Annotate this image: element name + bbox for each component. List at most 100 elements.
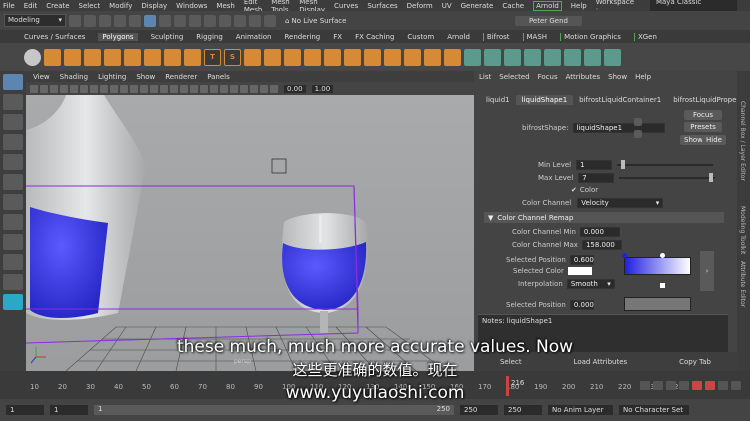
motion-blur-icon[interactable] [210,84,218,93]
select-hierarchy-icon[interactable] [144,14,156,27]
live-surface[interactable]: ⌂ No Live Surface [285,17,346,25]
menu-help[interactable]: Help [571,2,587,10]
viewport-menu-renderer[interactable]: Renderer [165,73,197,81]
side-by-side-layout-icon[interactable] [3,234,23,250]
ramp-handle-selected[interactable] [660,253,665,258]
render-icon[interactable] [249,14,261,27]
interpolation-dropdown[interactable]: Smooth ▾ [566,279,615,289]
camera-attributes-icon[interactable] [40,84,48,93]
viewport-menu-view[interactable]: View [33,73,50,81]
side-tab-modeling-toolkit[interactable]: Modeling Toolkit [739,206,746,254]
outliner-layout-icon[interactable] [3,254,23,270]
start-time-field[interactable]: 1 [6,405,44,415]
playback-start-field[interactable]: 1 [50,405,88,415]
uv-cut-icon[interactable] [524,48,541,66]
target-weld-icon[interactable] [444,48,461,66]
anti-aliasing-icon[interactable] [220,84,228,93]
selected-color-swatch[interactable] [567,267,592,275]
ae-menu-show[interactable]: Show [608,73,627,81]
selected-position-field[interactable]: 0.600 [569,255,594,265]
snap-view-icon[interactable] [234,14,246,27]
menu-deform[interactable]: Deform [407,2,433,10]
menu-edit[interactable]: Edit [24,2,38,10]
anim-layer-dropdown[interactable]: No Anim Layer [548,405,613,415]
scale-tool-icon[interactable] [3,174,23,190]
rotate-tool-icon[interactable] [3,154,23,170]
planar-uv-icon[interactable] [464,48,481,66]
end-time-field[interactable]: 250 [504,405,542,415]
color-ramp-gradient[interactable] [624,257,691,275]
max-level-knob[interactable] [709,173,714,182]
multi-cut-icon[interactable] [424,48,441,66]
xray-joints-icon[interactable] [260,84,268,93]
tab-fx[interactable]: FX [333,33,342,41]
side-tab-attribute-editor[interactable]: Attribute Editor [739,261,746,307]
platonic-solid-icon[interactable] [164,48,181,66]
tab-sculpting[interactable]: Sculpting [151,33,184,41]
poly-plane-icon[interactable] [124,48,141,66]
presets-button[interactable]: Presets [684,122,722,132]
max-level-slider[interactable] [619,173,716,182]
auto-uv-icon[interactable] [484,48,501,66]
color-channel-dropdown[interactable]: Velocity ▾ [577,198,664,208]
select-tool-icon[interactable] [3,74,23,90]
second-ramp-widget[interactable] [624,297,691,311]
smooth-shade-icon[interactable] [150,84,158,93]
menu-mesh[interactable]: Mesh [216,2,234,10]
ae-menu-selected[interactable]: Selected [499,73,529,81]
go-to-input-icon[interactable] [634,118,642,126]
mirror-icon[interactable] [324,48,341,66]
image-plane-icon[interactable] [60,84,68,93]
focus-button[interactable]: Focus [684,110,722,120]
gamma-field[interactable]: 1.00 [311,84,334,93]
poly-sphere-icon[interactable] [24,48,41,66]
combine-icon[interactable] [244,48,261,66]
tab-liquidshape1[interactable]: liquidShape1 [515,95,574,105]
viewport-menu-lighting[interactable]: Lighting [98,73,126,81]
tab-rigging[interactable]: Rigging [196,33,223,41]
ae-menu-focus[interactable]: Focus [538,73,558,81]
super-shape-icon[interactable] [184,48,201,66]
field-chart-icon[interactable] [110,84,118,93]
viewport-menu-show[interactable]: Show [136,73,155,81]
tab-arnold[interactable]: Arnold [447,33,470,41]
viewport-menu-shading[interactable]: Shading [60,73,88,81]
tab-custom[interactable]: Custom [407,33,434,41]
textured-icon[interactable] [170,84,178,93]
menu-modify[interactable]: Modify [109,2,132,10]
safe-action-icon[interactable] [120,84,128,93]
xray-icon[interactable] [250,84,258,93]
menu-curves[interactable]: Curves [334,2,358,10]
shape-name-field[interactable]: liquidShape1 [572,123,665,133]
ae-menu-attributes[interactable]: Attributes [566,73,601,81]
uv-unfold-icon[interactable] [564,48,581,66]
poly-torus-icon[interactable] [104,48,121,66]
lasso-tool-icon[interactable] [3,94,23,110]
selected-position-2-field[interactable]: 0.000 [569,300,594,310]
tab-bifrost[interactable]: Bifrost [482,32,510,41]
select-component-icon[interactable] [174,14,186,27]
snap-curve-icon[interactable] [204,14,216,27]
menu-cache[interactable]: Cache [502,2,524,10]
min-level-field[interactable]: 1 [576,160,613,170]
tab-rendering[interactable]: Rendering [284,33,320,41]
menu-display[interactable]: Display [141,2,167,10]
save-scene-icon[interactable] [99,14,111,27]
max-level-field[interactable]: 7 [578,173,615,183]
boolean-icon[interactable] [304,48,321,66]
range-slider[interactable]: 1 250 [94,405,454,415]
uv-sew-icon[interactable] [544,48,561,66]
cc-max-field[interactable]: 158.000 [581,240,622,250]
uv-layout-icon[interactable] [584,48,601,66]
menu-arnold[interactable]: Arnold [533,0,562,11]
gate-mask-icon[interactable] [100,84,108,93]
resolution-gate-icon[interactable] [90,84,98,93]
menu-file[interactable]: File [3,2,15,10]
mode-dropdown[interactable]: Modeling ▾ [4,14,66,27]
playback-end-field[interactable]: 250 [460,405,498,415]
checkbox-checked-icon[interactable]: ✔ [571,186,577,194]
uv-editor-icon[interactable] [504,48,521,66]
bookmark-icon[interactable] [50,84,58,93]
tab-mash[interactable]: MASH [522,32,547,41]
tab-motion-graphics[interactable]: Motion Graphics [560,32,621,41]
